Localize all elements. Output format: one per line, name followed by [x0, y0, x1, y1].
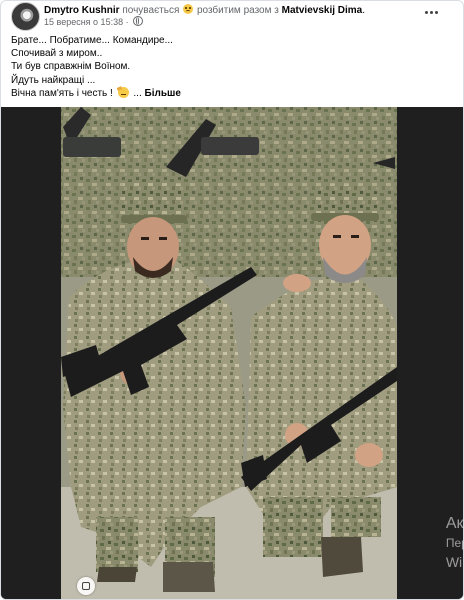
watermark-line: Win — [445, 554, 463, 570]
post-timestamp[interactable]: 15 вересня о 15:38 — [44, 17, 123, 27]
message-ellipsis: ... — [133, 87, 142, 99]
message-line: Вічна пам'ять і честь ! — [11, 87, 113, 99]
watermark-line: Пер — [445, 536, 463, 550]
facebook-post: Dmytro Kushnir почувається розбитим разо… — [0, 0, 464, 600]
feeling-text: почувається — [122, 5, 180, 16]
post-options-button[interactable] — [421, 4, 441, 20]
gallery-icon[interactable] — [77, 577, 95, 595]
author-name[interactable]: Dmytro Kushnir — [44, 5, 120, 16]
post-message: Брате... Побратиме... Командире... Спочи… — [11, 34, 451, 100]
post-meta: 15 вересня о 15:38 · — [44, 16, 144, 28]
windows-activation-watermark: Акт Пер Win — [445, 514, 464, 572]
see-more-link[interactable]: Більше — [145, 88, 181, 99]
salute-face-icon — [117, 86, 129, 98]
author-avatar[interactable] — [11, 2, 40, 31]
feeling-state: розбитим разом з — [196, 5, 279, 16]
photo-illustration — [1, 107, 463, 599]
post-header: Dmytro Kushnir почувається розбитим разо… — [1, 1, 463, 31]
message-line: Брате... Побратиме... Командире... — [11, 35, 173, 46]
message-line: Ти був справжнім Воїном. — [11, 61, 131, 73]
message-last-line: Вічна пам'ять і честь ! ... Більше — [11, 86, 451, 100]
sad-face-icon — [183, 4, 194, 14]
watermark-line: Акт — [445, 515, 464, 532]
tagged-friend[interactable]: Matvievskij Dima — [282, 5, 363, 16]
message-line: Спочивай з миром.. — [11, 48, 103, 60]
post-photo[interactable] — [1, 107, 463, 599]
ellipsis-icon — [424, 10, 428, 14]
meta-separator: · — [125, 17, 129, 27]
globe-icon[interactable] — [133, 16, 144, 26]
message-line: Йдуть найкращі ... — [11, 74, 96, 86]
author-line-punctuation: . — [362, 5, 366, 16]
